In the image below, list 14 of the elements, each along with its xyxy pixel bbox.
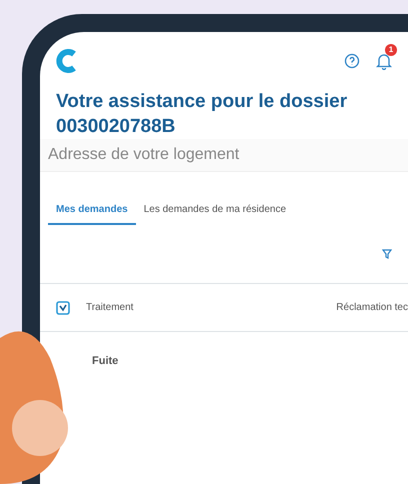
notification-badge: 1 (385, 44, 397, 56)
page-title: Votre assistance pour le dossier (56, 90, 348, 114)
status-icon (56, 300, 70, 315)
status-text: Traitement (86, 301, 134, 316)
tab[interactable]: Les demandes de ma résidence (136, 196, 294, 226)
filter-icon[interactable] (382, 249, 392, 260)
bell-icon[interactable] (376, 52, 392, 70)
category-text: Réclamation tec (336, 301, 408, 316)
help-icon[interactable] (344, 53, 360, 69)
request-title[interactable]: Fuite (92, 353, 118, 370)
dossier-number: 0030020788B (56, 114, 176, 139)
address-text: Adresse de votre logement (40, 139, 408, 172)
tab[interactable]: Mes demandes (48, 196, 136, 226)
logo-icon (56, 48, 78, 74)
